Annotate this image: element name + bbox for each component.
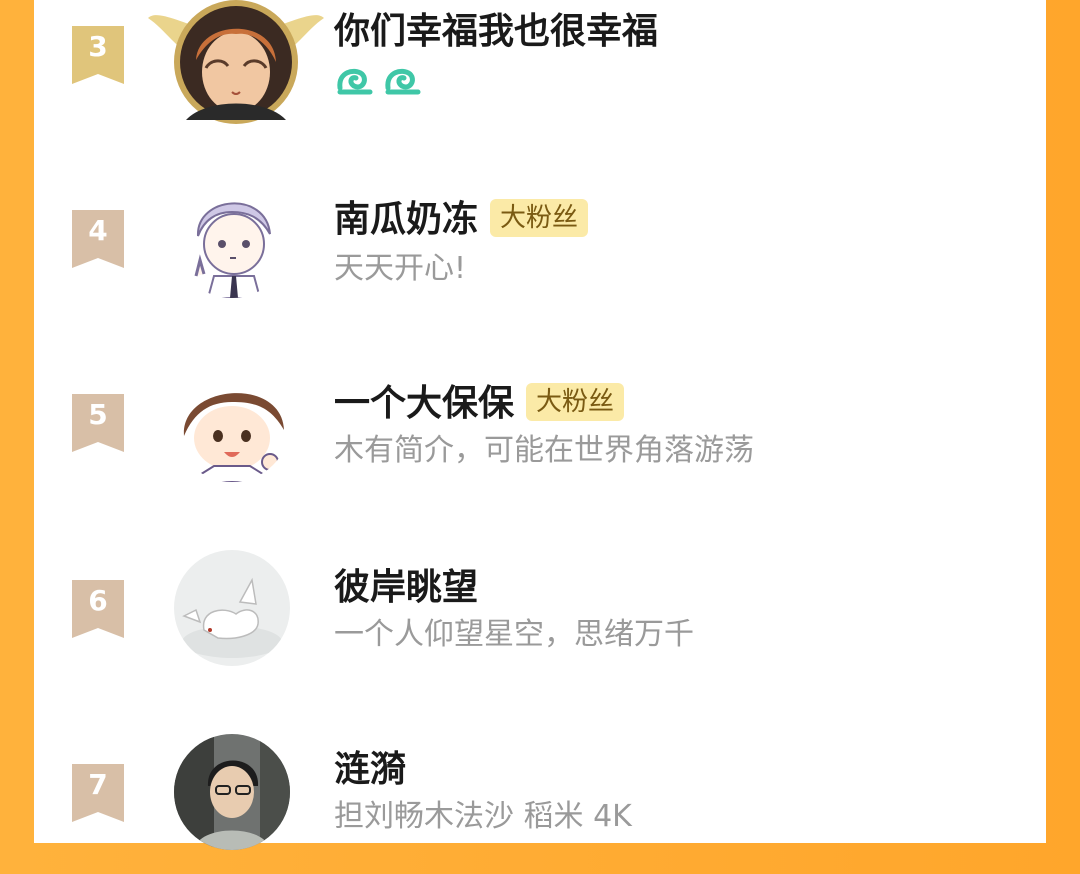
- fan-row[interactable]: 3 你们幸福我也很幸福: [34, 0, 1046, 140]
- big-fan-badge: 大粉丝: [526, 383, 625, 421]
- rank-ribbon: 4: [72, 210, 124, 268]
- rank-number: 4: [88, 214, 108, 247]
- rank-ribbon: 5: [72, 394, 124, 452]
- avatar[interactable]: [146, 0, 326, 124]
- fan-description: 木有简介，可能在世界角落游荡: [334, 433, 754, 468]
- fan-name[interactable]: 你们幸福我也很幸福: [334, 10, 658, 54]
- fan-name[interactable]: 彼岸眺望: [334, 566, 478, 610]
- fan-name[interactable]: 一个大保保 大粉丝: [334, 382, 625, 426]
- rank-ribbon: 3: [72, 26, 124, 84]
- rank-number: 5: [88, 398, 108, 431]
- fan-row[interactable]: 5 一个大保保 大粉丝 木有简介，可能在世界角落游荡: [34, 366, 1046, 506]
- fan-icons: [334, 62, 424, 102]
- fan-name[interactable]: 南瓜奶冻 大粉丝: [334, 198, 589, 242]
- avatar[interactable]: [174, 182, 294, 302]
- fan-name-text[interactable]: 一个大保保: [334, 383, 514, 424]
- big-fan-badge: 大粉丝: [490, 199, 589, 237]
- fan-name-text[interactable]: 南瓜奶冻: [334, 199, 478, 240]
- rank-number: 7: [88, 768, 108, 801]
- avatar[interactable]: [174, 734, 294, 854]
- fan-row[interactable]: 4 南瓜奶冻 大粉丝 天天开心!: [34, 182, 1046, 322]
- fan-row[interactable]: 7 涟漪 担刘畅木法沙 稻米 4K: [34, 734, 1046, 874]
- rank-number: 3: [88, 30, 108, 63]
- fan-ranking-card: 3 你们幸福我也很幸福 4 南瓜奶冻 大粉丝 天天开心! 5 一个大保保 大粉丝…: [34, 0, 1046, 850]
- swirl-icon: [337, 68, 373, 95]
- fan-description: 担刘畅木法沙 稻米 4K: [334, 799, 632, 834]
- rank-ribbon: 6: [72, 580, 124, 638]
- fan-description: 天天开心!: [334, 251, 467, 286]
- swirl-icon: [385, 68, 421, 95]
- rank-ribbon: 7: [72, 764, 124, 822]
- fan-row[interactable]: 6 彼岸眺望 一个人仰望星空，思绪万千: [34, 550, 1046, 690]
- avatar[interactable]: [174, 366, 294, 486]
- rank-number: 6: [88, 584, 108, 617]
- avatar[interactable]: [174, 550, 294, 670]
- gold-wings-frame-icon: [148, 0, 324, 124]
- fan-name[interactable]: 涟漪: [334, 748, 406, 792]
- fan-description: 一个人仰望星空，思绪万千: [334, 617, 694, 652]
